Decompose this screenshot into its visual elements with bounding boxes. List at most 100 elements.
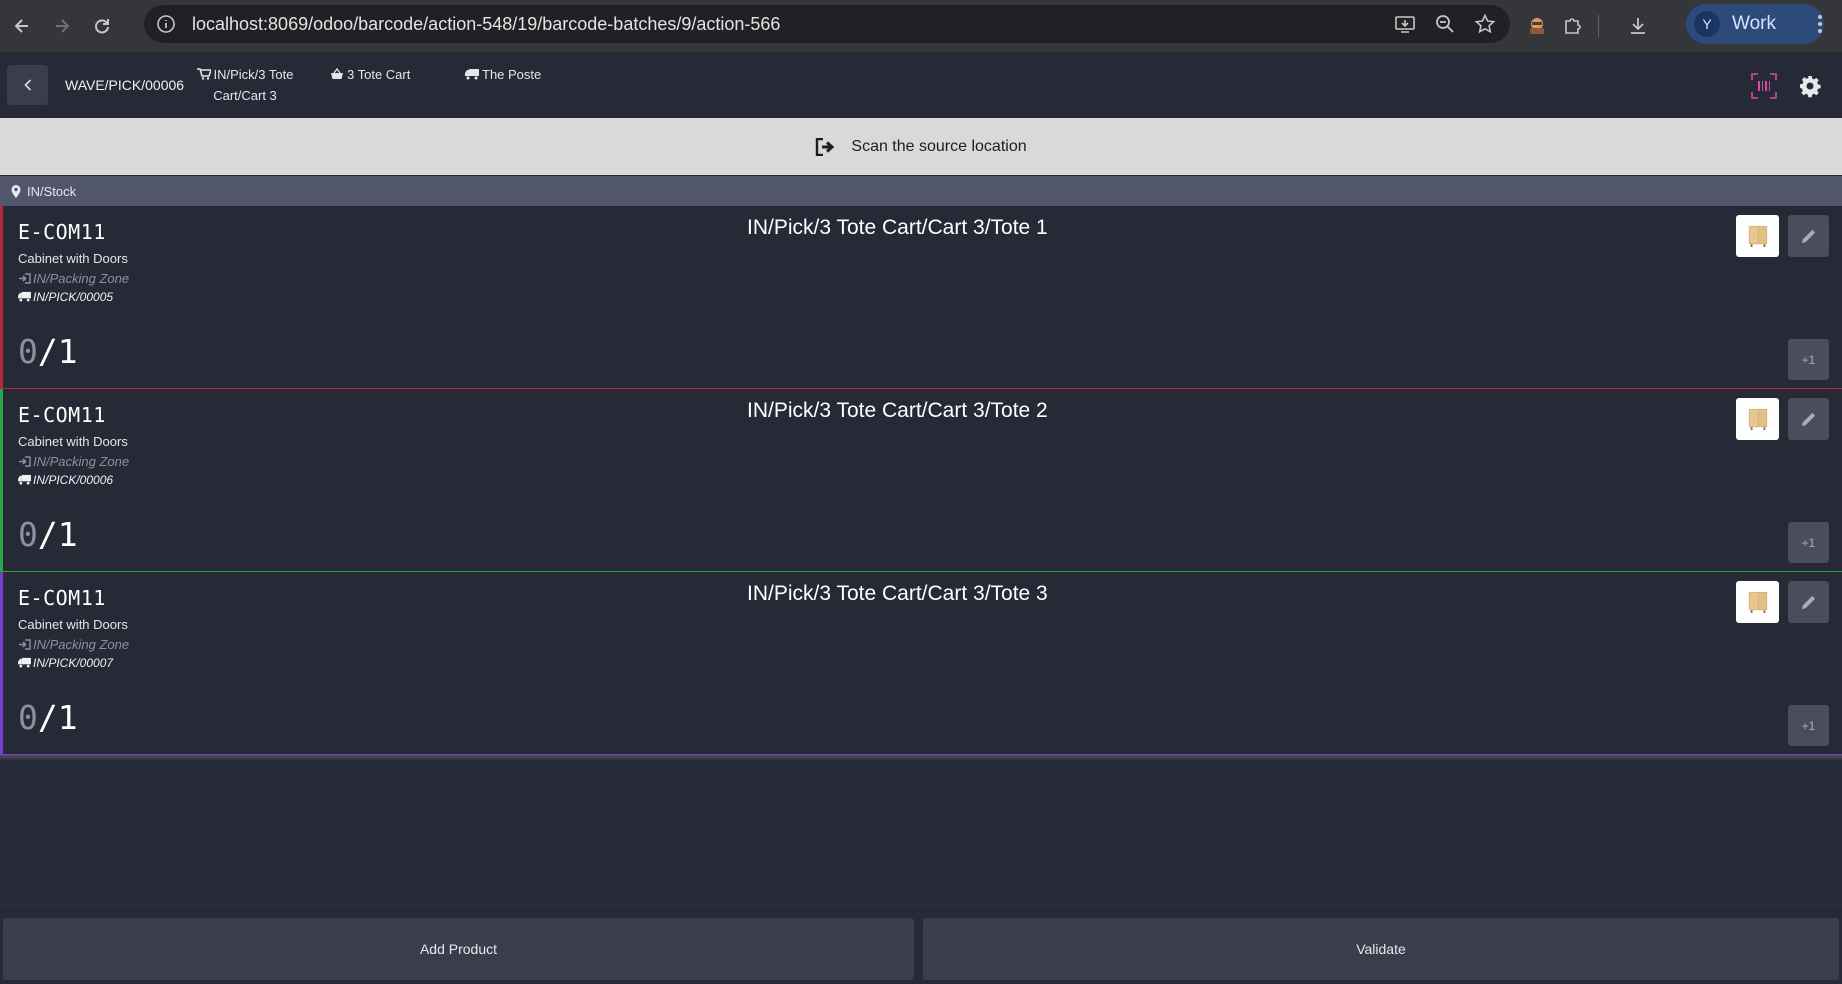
reload-icon: [95, 19, 109, 34]
picking-reference-label: IN/PICK/00006: [33, 473, 114, 487]
extensions-puzzle-icon[interactable]: [1562, 15, 1584, 37]
extension-avatar-icon[interactable]: [1526, 15, 1548, 37]
destination-location-label: IN/Packing Zone: [33, 271, 130, 286]
destination-location: IN/Packing Zone: [18, 271, 129, 286]
quantity-done: 0: [18, 515, 38, 554]
pencil-icon: [1801, 595, 1816, 609]
gear-icon[interactable]: [1798, 74, 1822, 98]
toolbar-separator: [1598, 15, 1599, 37]
browser-forward-button[interactable]: [42, 6, 82, 46]
quantity: 0/1: [18, 698, 78, 737]
edit-line-button[interactable]: [1788, 581, 1829, 623]
destination-location-label: IN/Packing Zone: [33, 637, 130, 652]
product-code: E-COM11: [18, 586, 106, 610]
product-name: Cabinet with Doors: [18, 251, 128, 266]
destination-location: IN/Packing Zone: [18, 637, 129, 652]
browser-menu-button[interactable]: [1806, 10, 1834, 38]
product-image[interactable]: [1736, 215, 1779, 257]
zoom-icon[interactable]: [1434, 13, 1456, 35]
quantity-demand: /1: [37, 332, 78, 371]
product-name: Cabinet with Doors: [18, 617, 128, 632]
pencil-icon: [1801, 229, 1816, 243]
more-vertical-icon: [1818, 15, 1822, 33]
basket-icon: [331, 68, 343, 79]
product-image[interactable]: [1736, 398, 1779, 440]
sign-out-arrow-icon: [816, 137, 835, 156]
quantity-demand: /1: [37, 698, 78, 737]
move-line[interactable]: E-COM11 Cabinet with Doors IN/Packing Zo…: [0, 206, 1842, 389]
picking-reference: IN/PICK/00005: [18, 290, 113, 304]
truck-icon: [18, 657, 31, 668]
arrow-right-icon: [56, 19, 70, 33]
add-product-button[interactable]: Add Product: [3, 918, 914, 980]
destination-location-label: IN/Packing Zone: [33, 454, 130, 469]
cart-line-1: IN/Pick/3 Tote: [213, 67, 294, 82]
barcode-scan-icon[interactable]: [1750, 72, 1778, 100]
product-code: E-COM11: [18, 403, 106, 427]
tote-destination: IN/Pick/3 Tote Cart/Cart 3/Tote 1: [747, 216, 1048, 239]
scan-instruction-text: Scan the source location: [851, 137, 1027, 155]
cabinet-image: [1748, 591, 1767, 613]
increment-button[interactable]: +1: [1788, 522, 1829, 563]
picking-reference-label: IN/PICK/00007: [33, 656, 114, 670]
map-marker-icon: [11, 184, 21, 198]
download-icon[interactable]: [1627, 15, 1649, 37]
quantity-done: 0: [18, 698, 38, 737]
picking-reference: IN/PICK/00006: [18, 473, 113, 487]
install-app-icon[interactable]: [1394, 13, 1416, 35]
truck-icon: [18, 474, 31, 485]
tote-destination: IN/Pick/3 Tote Cart/Cart 3/Tote 3: [747, 582, 1048, 605]
product-name: Cabinet with Doors: [18, 434, 128, 449]
cabinet-image: [1748, 408, 1767, 430]
arrow-left-icon: [14, 19, 28, 33]
move-line[interactable]: E-COM11 Cabinet with Doors IN/Packing Zo…: [0, 389, 1842, 572]
picking-reference-label: IN/PICK/00005: [33, 290, 114, 304]
browser-toolbar: localhost:8069/odoo/barcode/action-548/1…: [0, 0, 1842, 52]
bookmark-star-icon[interactable]: [1474, 13, 1496, 35]
cart-info: IN/Pick/3 Tote Cart/Cart 3: [190, 64, 300, 106]
truck-icon: [465, 69, 479, 80]
barcode-header: WAVE/PICK/00006 IN/Pick/3 Tote Cart/Cart…: [0, 52, 1842, 118]
site-info-icon[interactable]: [154, 12, 178, 36]
edit-line-button[interactable]: [1788, 215, 1829, 257]
profile-button[interactable]: Y Work: [1686, 4, 1824, 44]
back-button[interactable]: [7, 65, 48, 105]
address-bar[interactable]: localhost:8069/odoo/barcode/action-548/1…: [144, 5, 1510, 43]
carrier-info: The Poste: [465, 64, 541, 85]
increment-button[interactable]: +1: [1788, 705, 1829, 746]
cart-icon: [196, 68, 211, 80]
truck-icon: [18, 291, 31, 302]
sign-in-icon: [19, 456, 31, 467]
cabinet-image: [1748, 225, 1767, 247]
url-text[interactable]: localhost:8069/odoo/barcode/action-548/1…: [192, 14, 780, 35]
edit-line-button[interactable]: [1788, 398, 1829, 440]
list-end-divider: [0, 755, 1842, 761]
action-footer: Add Product Validate: [0, 905, 1842, 984]
increment-button[interactable]: +1: [1788, 339, 1829, 380]
profile-avatar: Y: [1694, 11, 1720, 37]
totes-info: 3 Tote Cart: [330, 64, 410, 85]
sign-in-icon: [19, 273, 31, 284]
cart-line-2: Cart/Cart 3: [213, 88, 277, 103]
quantity-done: 0: [18, 332, 38, 371]
quantity: 0/1: [18, 515, 78, 554]
pencil-icon: [1801, 412, 1816, 426]
browser-reload-button[interactable]: [82, 6, 122, 46]
quantity: 0/1: [18, 332, 78, 371]
quantity-demand: /1: [37, 515, 78, 554]
carrier-label: The Poste: [482, 67, 542, 82]
move-line[interactable]: E-COM11 Cabinet with Doors IN/Packing Zo…: [0, 572, 1842, 755]
chevron-left-icon: [23, 79, 31, 91]
product-image[interactable]: [1736, 581, 1779, 623]
validate-button[interactable]: Validate: [923, 918, 1839, 980]
totes-label: 3 Tote Cart: [347, 67, 411, 82]
batch-name: WAVE/PICK/00006: [65, 77, 185, 93]
browser-back-button[interactable]: [2, 6, 42, 46]
picking-reference: IN/PICK/00007: [18, 656, 113, 670]
product-code: E-COM11: [18, 220, 106, 244]
tote-destination: IN/Pick/3 Tote Cart/Cart 3/Tote 2: [747, 399, 1048, 422]
sign-in-icon: [19, 639, 31, 650]
source-location-bar[interactable]: IN/Stock: [0, 176, 1842, 206]
source-location-name: IN/Stock: [27, 183, 77, 199]
profile-name: Work: [1732, 13, 1776, 34]
